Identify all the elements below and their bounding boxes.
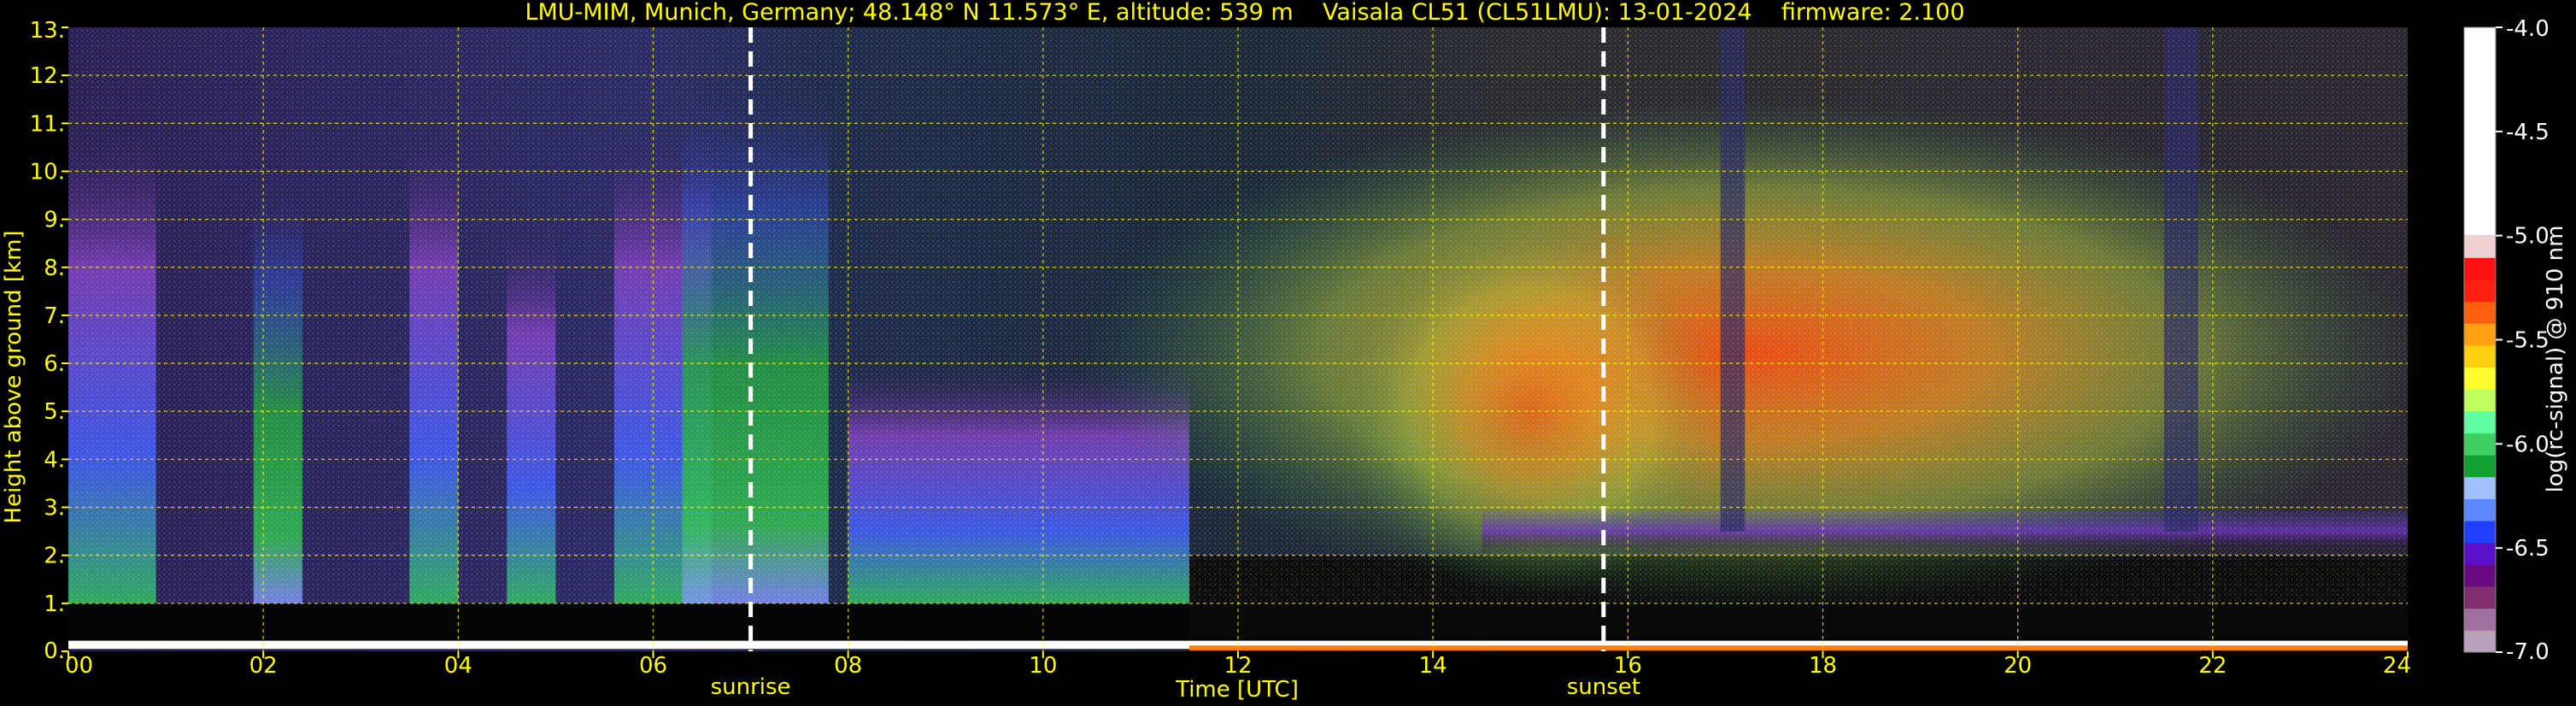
sunrise-label: sunrise xyxy=(711,674,791,700)
colorbar-segment xyxy=(2464,455,2496,478)
x-tick-label: 14 xyxy=(1419,653,1447,679)
x-tick-label: 24 xyxy=(2383,653,2411,679)
colorbar-segment xyxy=(2464,367,2496,390)
y-tick-label: 5. xyxy=(44,399,65,425)
y-tick-label: 10. xyxy=(30,159,65,185)
x-tick-label: 04 xyxy=(444,653,472,679)
y-tick-label: 12. xyxy=(30,63,65,89)
x-tick-label: 08 xyxy=(834,653,862,679)
chart-title: LMU-MIM, Munich, Germany; 48.148° N 11.5… xyxy=(525,0,1964,26)
colorbar-segment xyxy=(2464,498,2496,521)
y-tick-label: 6. xyxy=(44,351,65,377)
colorbar-tick-label: -4.5 xyxy=(2506,120,2550,145)
y-tick-label: 13. xyxy=(30,18,65,44)
colorbar-segment xyxy=(2464,521,2496,544)
colorbar-segment xyxy=(2464,389,2496,412)
x-tick-label: 18 xyxy=(1809,653,1837,679)
colorbar-tick-label: -7.0 xyxy=(2506,639,2550,665)
y-tick-label: 11. xyxy=(30,111,65,137)
x-tick-label: 22 xyxy=(2198,653,2227,679)
x-tick-label: 00 xyxy=(65,653,93,679)
x-tick-label: 20 xyxy=(2004,653,2032,679)
colorbar-segment xyxy=(2464,608,2496,631)
colorbar: -4.0-4.5-5.0-5.5-6.0-6.5-7.0 xyxy=(2463,16,2550,665)
colorbar-segment xyxy=(2464,630,2496,653)
colorbar-segment xyxy=(2464,279,2496,303)
colorbar-segment xyxy=(2464,301,2496,324)
ceilometer-chart: sunrise sunset 00 02 04 06 08 10 12 14 16 18 20 22 24… xyxy=(1,0,2568,703)
colorbar-segment xyxy=(2464,542,2496,565)
y-tick-label: 7. xyxy=(44,303,65,329)
y-tick-label: 4. xyxy=(44,447,65,473)
x-tick-label: 16 xyxy=(1614,653,1642,679)
plot-area xyxy=(68,27,2426,651)
colorbar-segment xyxy=(2464,586,2496,609)
colorbar-segment xyxy=(2464,410,2496,434)
y-tick-label: 1. xyxy=(44,591,65,617)
colorbar-segment xyxy=(2464,432,2496,456)
y-axis-label: Height above ground [km] xyxy=(1,230,26,523)
y-tick-label: 9. xyxy=(44,208,65,233)
x-tick-label: 02 xyxy=(249,653,278,679)
colorbar-segment xyxy=(2464,235,2496,258)
y-tick-label: 2. xyxy=(44,544,65,569)
x-tick-label: 06 xyxy=(639,653,667,679)
colorbar-segment xyxy=(2464,27,2496,236)
y-tick-label: 0. xyxy=(44,638,65,664)
colorbar-tick-label: -6.5 xyxy=(2506,536,2550,562)
colorbar-label: log(rc-signal) @ 910 nm xyxy=(2543,226,2568,493)
colorbar-segment xyxy=(2464,476,2496,499)
colorbar-tick-label: -4.0 xyxy=(2506,16,2550,42)
y-tick-label: 8. xyxy=(44,256,65,281)
ground-return-warm xyxy=(1188,645,2408,650)
x-tick-label: 10 xyxy=(1029,653,1057,679)
x-tick-label: 12 xyxy=(1223,653,1252,679)
y-tick-label: 3. xyxy=(44,496,65,521)
colorbar-segment xyxy=(2464,564,2496,587)
x-axis-label: Time [UTC] xyxy=(1175,677,1299,703)
colorbar-segment xyxy=(2464,344,2496,368)
colorbar-segment xyxy=(2464,323,2496,346)
colorbar-segment xyxy=(2464,257,2496,280)
